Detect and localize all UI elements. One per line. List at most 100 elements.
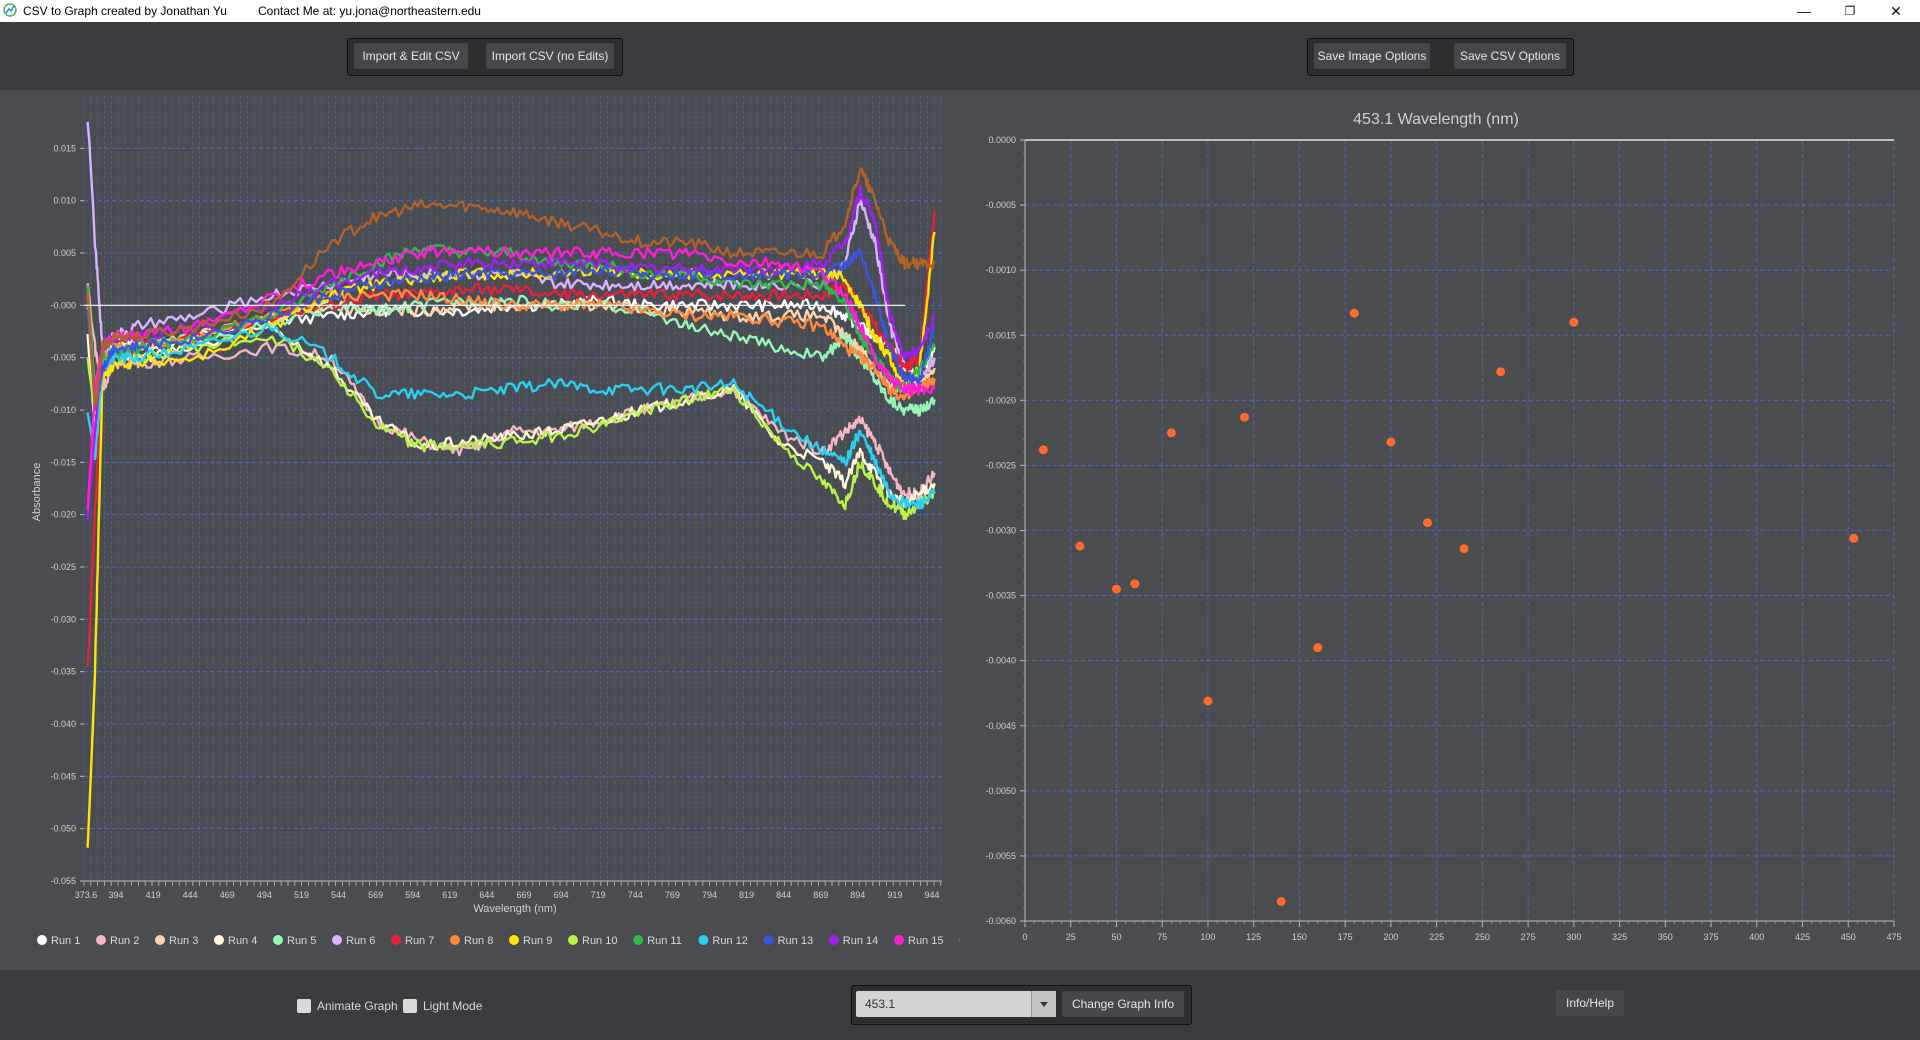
x-tick-label: 544 [331, 890, 346, 900]
x-tick-label: 125 [1246, 932, 1261, 942]
legend-marker [37, 935, 47, 945]
contact-info: Contact Me at: yu.jona@northeastern.edu [258, 4, 481, 18]
minimize-button[interactable]: — [1784, 0, 1824, 22]
data-point [1038, 445, 1048, 455]
graph-info-group: 453.1 Change Graph Info [851, 985, 1192, 1025]
data-point [1849, 533, 1859, 543]
x-tick-label: 844 [776, 890, 791, 900]
legend-label: Run 5 [287, 935, 316, 947]
change-graph-info-button[interactable]: Change Graph Info [1062, 991, 1184, 1017]
animate-graph-label: Animate Graph [317, 999, 398, 1013]
animate-graph-checkbox[interactable] [297, 999, 311, 1013]
y-tick-label: -0.050 [50, 824, 76, 834]
legend-label: Run 1 [51, 935, 80, 947]
x-axis-label: Wavelength (nm) [473, 903, 556, 915]
x-tick-label: 175 [1338, 932, 1353, 942]
import-edit-csv-button[interactable]: Import & Edit CSV [354, 43, 468, 69]
y-tick-label: -0.045 [50, 771, 76, 781]
app-title: CSV to Graph created by Jonathan Yu [23, 4, 227, 18]
close-button[interactable]: ✕ [1876, 0, 1916, 22]
x-tick-label: 944 [924, 890, 939, 900]
data-point [1459, 544, 1469, 554]
bottom-toolbar: Animate Graph Light Mode 453.1 Change Gr… [0, 970, 1920, 1040]
y-tick-label: -0.0045 [985, 721, 1016, 731]
legend-label: Run 6 [346, 935, 375, 947]
x-tick-label: 325 [1612, 932, 1627, 942]
legend-marker [828, 935, 839, 945]
x-tick-label: 594 [405, 890, 420, 900]
y-tick-label: -0.025 [50, 562, 76, 572]
y-tick-label: -0.040 [50, 719, 76, 729]
data-point [1349, 308, 1359, 318]
data-point [1276, 896, 1286, 906]
x-tick-label: 425 [1795, 932, 1810, 942]
wavelength-select-value: 453.1 [865, 997, 896, 1011]
save-csv-options-button[interactable]: Save CSV Options [1454, 43, 1566, 69]
legend-marker [450, 935, 460, 945]
x-tick-label: 373.6 [75, 890, 98, 900]
y-tick-label: 0.015 [53, 143, 76, 153]
x-tick-label: 694 [554, 890, 569, 900]
light-mode-label: Light Mode [423, 999, 483, 1013]
y-tick-label: -0.055 [50, 876, 76, 886]
y-tick-label: -0.020 [50, 510, 76, 520]
wavelength-select[interactable]: 453.1 [856, 991, 1056, 1017]
x-tick-label: 794 [702, 890, 717, 900]
legend-label: Run 2 [110, 935, 139, 947]
x-tick-label: 669 [516, 890, 531, 900]
x-tick-label: 50 [1111, 932, 1121, 942]
data-point [1386, 437, 1396, 447]
y-tick-label: -0.0030 [985, 526, 1016, 536]
data-point [1075, 541, 1085, 551]
y-tick-label: -0.015 [50, 457, 76, 467]
save-image-options-button[interactable]: Save Image Options [1314, 43, 1430, 69]
y-tick-label: -0.0015 [985, 330, 1016, 340]
chevron-down-icon[interactable] [1031, 991, 1056, 1017]
x-tick-label: 619 [442, 890, 457, 900]
legend-label: Run 15 [908, 935, 943, 947]
legend-label: Run 10 [582, 935, 617, 947]
x-tick-label: 225 [1429, 932, 1444, 942]
import-csv-no-edits-button[interactable]: Import CSV (no Edits) [486, 43, 614, 69]
legend-label: Run 3 [169, 935, 198, 947]
x-tick-label: 450 [1841, 932, 1856, 942]
data-point [1313, 643, 1323, 653]
x-tick-label: 419 [146, 890, 161, 900]
window-titlebar: CSV to Graph created by Jonathan Yu Cont… [0, 0, 1920, 22]
legend-marker [332, 935, 342, 945]
x-tick-label: 894 [850, 890, 865, 900]
legend-marker [894, 935, 904, 945]
x-tick-label: 644 [479, 890, 494, 900]
data-point [1111, 584, 1121, 594]
scatter-chart-title: 453.1 Wavelength (nm) [1353, 111, 1519, 128]
legend-label: Run 12 [712, 935, 747, 947]
x-tick-label: 250 [1475, 932, 1490, 942]
y-tick-label: 0.0000 [988, 135, 1016, 145]
x-tick-label: 200 [1383, 932, 1398, 942]
import-button-group: Import & Edit CSV Import CSV (no Edits) [347, 38, 623, 76]
x-tick-label: 769 [665, 890, 680, 900]
x-tick-label: 444 [183, 890, 198, 900]
x-tick-label: 100 [1200, 932, 1215, 942]
restore-button[interactable]: ❐ [1830, 0, 1870, 22]
legend-marker [509, 935, 519, 945]
y-tick-label: -0.010 [50, 405, 76, 415]
y-tick-label: 0.010 [53, 196, 76, 206]
legend-label: Run 13 [778, 935, 813, 947]
x-tick-label: 25 [1066, 932, 1076, 942]
x-tick-label: 150 [1292, 932, 1307, 942]
legend-marker [155, 935, 165, 945]
top-toolbar: Import & Edit CSV Import CSV (no Edits) … [0, 22, 1920, 90]
y-tick-label: -0.000 [50, 300, 76, 310]
x-tick-label: 350 [1658, 932, 1673, 942]
x-tick-label: 400 [1749, 932, 1764, 942]
data-point [1166, 428, 1176, 438]
x-tick-label: 569 [368, 890, 383, 900]
legend-marker [698, 935, 709, 945]
light-mode-checkbox[interactable] [403, 999, 417, 1013]
y-tick-label: -0.0060 [985, 916, 1016, 926]
y-tick-label: -0.035 [50, 667, 76, 677]
x-tick-label: 375 [1704, 932, 1719, 942]
x-tick-label: 0 [1022, 932, 1027, 942]
info-help-button[interactable]: Info/Help [1556, 990, 1624, 1016]
